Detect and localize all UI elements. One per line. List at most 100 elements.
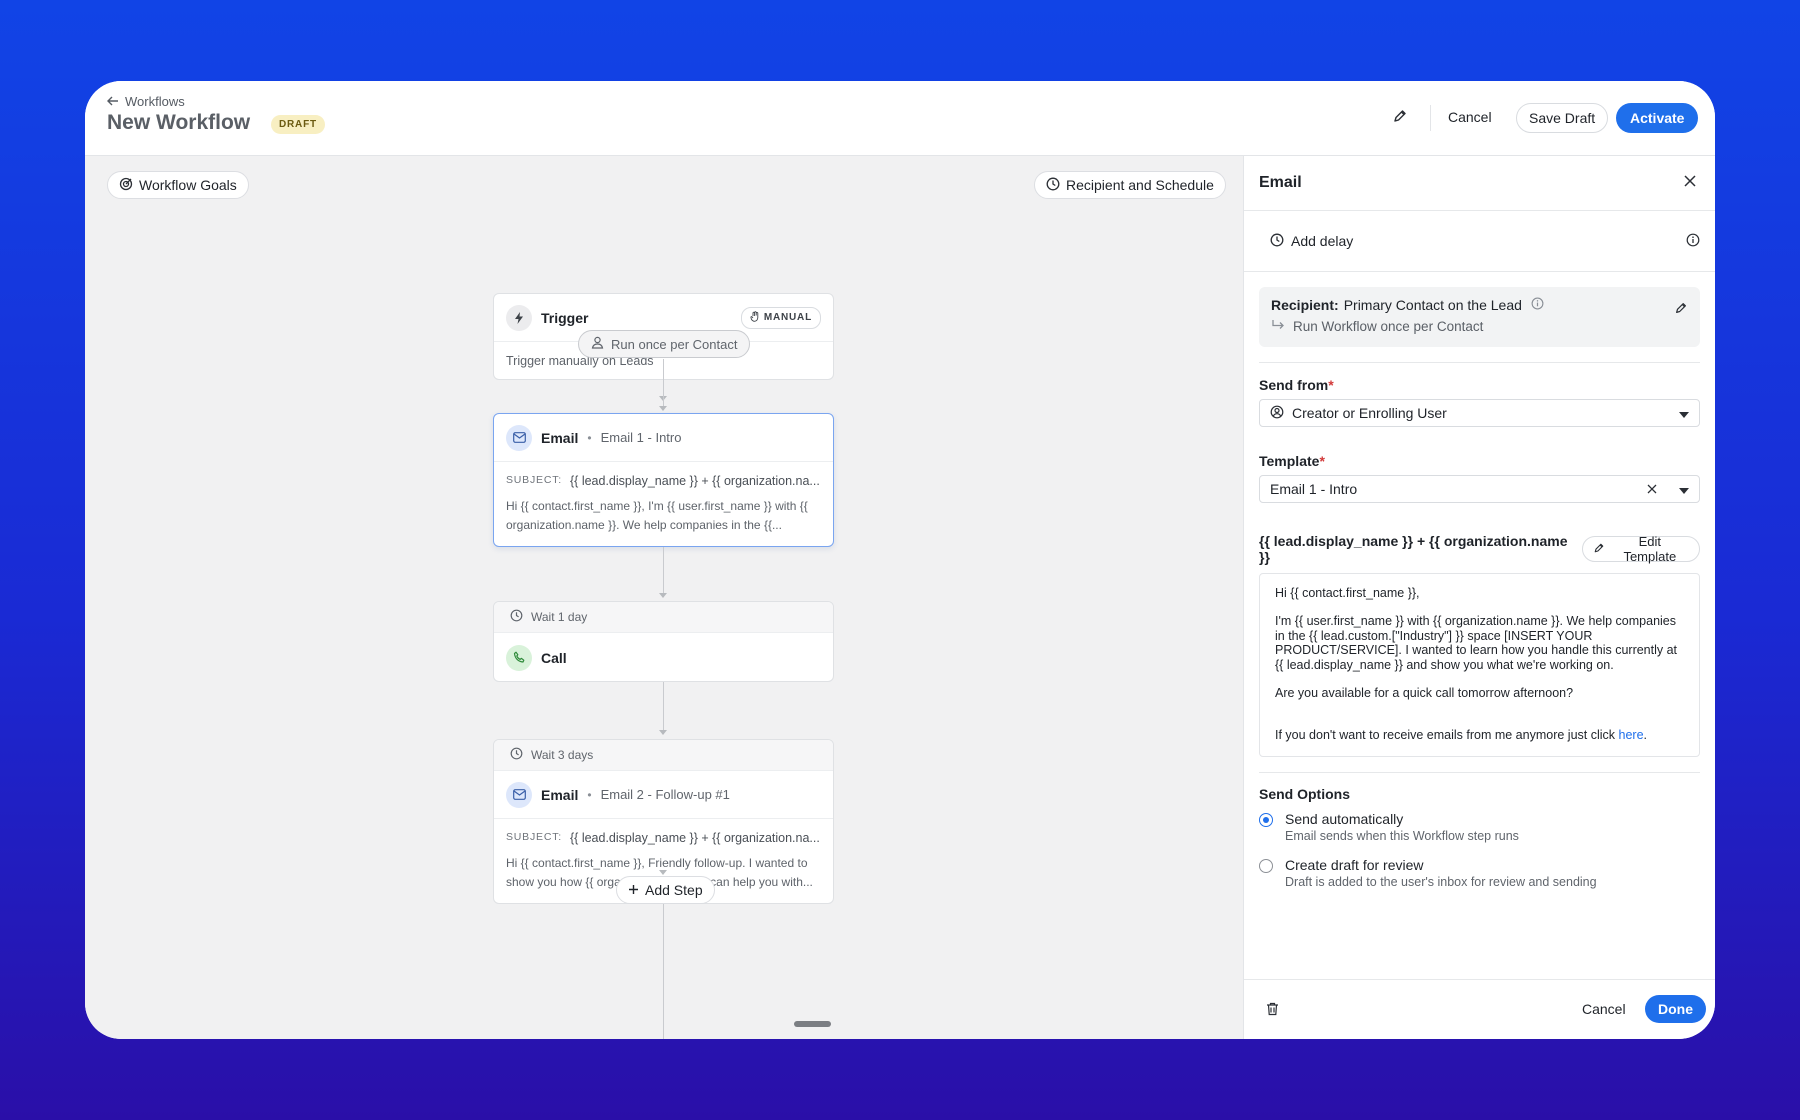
subject-row: SUBJECT: {{ lead.display_name }} + {{ or…: [506, 472, 821, 491]
clock-icon: [1270, 233, 1284, 250]
send-from-label: Send from*: [1259, 377, 1700, 393]
unsubscribe-text: If you don't want to receive emails from…: [1275, 728, 1619, 743]
panel-footer: Cancel Done: [1244, 979, 1715, 1039]
add-step-button[interactable]: Add Step: [616, 876, 715, 904]
recipient-label: Recipient:: [1271, 297, 1339, 313]
done-button[interactable]: Done: [1645, 995, 1706, 1023]
email-step-type: Email: [541, 786, 579, 803]
pencil-icon: [1392, 108, 1408, 129]
email-body-preview: Hi {{ contact.first_name }}, I'm {{ user…: [1259, 573, 1700, 757]
call-step-type: Call: [541, 649, 567, 666]
section-divider: [1259, 772, 1700, 773]
recipient-schedule-button[interactable]: Recipient and Schedule: [1034, 171, 1226, 199]
clear-icon[interactable]: [1647, 481, 1657, 497]
body-greeting: Hi {{ contact.first_name }},: [1275, 586, 1420, 600]
unsubscribe-link[interactable]: here: [1619, 728, 1644, 742]
email-step-type: Email: [541, 429, 579, 446]
email-step-panel: Email Add delay Recipient: Primary Conta…: [1243, 156, 1715, 1039]
workflow-goals-label: Workflow Goals: [139, 177, 237, 193]
add-delay-label: Add delay: [1291, 233, 1354, 249]
caret-down-icon: [1679, 405, 1689, 421]
subject-text: {{ lead.display_name }} + {{ organizatio…: [570, 831, 820, 845]
workflow-canvas[interactable]: Workflow Goals Recipient and Schedule Tr…: [85, 156, 1243, 1039]
return-arrow-icon: [1271, 319, 1285, 334]
add-delay-row[interactable]: Add delay: [1244, 211, 1715, 272]
close-icon: [1684, 174, 1696, 192]
send-option-description: Draft is added to the user's inbox for r…: [1285, 875, 1597, 889]
separator-dot: •: [587, 787, 592, 802]
email-step-header: Email • Email 2 - Follow-up #1: [494, 771, 833, 819]
clock-icon: [510, 747, 523, 763]
envelope-icon: [506, 424, 532, 451]
email-step-node[interactable]: Email • Email 1 - Intro SUBJECT: {{ lead…: [493, 413, 834, 547]
trash-icon: [1266, 1002, 1279, 1020]
top-bar: Workflows New Workflow DRAFT Cancel Save…: [85, 81, 1715, 156]
send-from-select[interactable]: Creator or Enrolling User: [1259, 399, 1700, 427]
edit-name-button[interactable]: [1389, 107, 1411, 129]
info-icon[interactable]: [1531, 297, 1544, 313]
email-step-name: Email 2 - Follow-up #1: [600, 787, 730, 802]
send-option-title: Send automatically: [1285, 811, 1404, 827]
edit-recipient-button[interactable]: [1674, 301, 1688, 320]
separator-dot: •: [587, 430, 592, 445]
envelope-icon: [506, 781, 532, 808]
pencil-icon: [1593, 542, 1605, 557]
send-option-automatic[interactable]: Send automatically Email sends when this…: [1259, 811, 1700, 843]
connector-arrow: [659, 730, 667, 735]
send-option-description: Email sends when this Workflow step runs: [1285, 829, 1519, 843]
recipient-summary: Recipient: Primary Contact on the Lead R…: [1259, 287, 1700, 347]
canvas-scroll-handle[interactable]: [794, 1021, 831, 1027]
edit-template-label: Edit Template: [1623, 534, 1677, 564]
save-draft-button[interactable]: Save Draft: [1516, 103, 1609, 133]
panel-title: Email: [1259, 174, 1302, 191]
connector-line: [663, 682, 664, 734]
manual-badge-label: MANUAL: [763, 312, 812, 323]
radio-selected[interactable]: [1259, 813, 1273, 827]
template-label-text: Template: [1259, 453, 1320, 469]
pencil-icon: [1674, 302, 1688, 319]
send-option-text: Send automatically Email sends when this…: [1285, 811, 1519, 843]
template-value: Email 1 - Intro: [1270, 481, 1358, 497]
run-once-text: Run Workflow once per Contact: [1293, 319, 1484, 334]
section-divider: [1259, 362, 1700, 363]
cancel-button[interactable]: Cancel: [1448, 109, 1492, 125]
body-question: Are you available for a quick call tomor…: [1275, 685, 1574, 700]
back-link-label: Workflows: [125, 94, 185, 109]
workflow-goals-button[interactable]: Workflow Goals: [107, 171, 249, 199]
email-step-name: Email 1 - Intro: [600, 430, 682, 445]
edit-template-button[interactable]: Edit Template: [1581, 534, 1700, 564]
back-link[interactable]: Workflows: [107, 94, 185, 109]
subject-text: {{ lead.display_name }} + {{ organizatio…: [570, 474, 820, 488]
manual-badge: MANUAL: [740, 306, 821, 329]
required-marker: *: [1328, 377, 1334, 393]
send-from-label-text: Send from: [1259, 377, 1329, 393]
subject-label: SUBJECT:: [506, 474, 562, 486]
send-option-title: Create draft for review: [1285, 857, 1424, 873]
call-step-header: Call: [494, 633, 833, 681]
arrow-left-icon: [107, 94, 119, 109]
recipient-value: Primary Contact on the Lead: [1343, 297, 1522, 313]
clock-icon: [1046, 177, 1060, 194]
wait-row: Wait 3 days: [494, 740, 833, 771]
info-icon[interactable]: [1686, 233, 1700, 250]
radio-unselected[interactable]: [1259, 859, 1273, 873]
hand-icon: [750, 310, 760, 325]
wait-label: Wait 1 day: [531, 610, 588, 624]
delete-step-button[interactable]: [1266, 1002, 1279, 1021]
panel-cancel-button[interactable]: Cancel: [1582, 1001, 1626, 1017]
user-circle-icon: [1270, 405, 1284, 422]
connector-line: [663, 904, 664, 1039]
clock-icon: [510, 609, 523, 625]
close-panel-button[interactable]: [1680, 173, 1700, 193]
subject-label: SUBJECT:: [506, 831, 562, 843]
activate-button[interactable]: Activate: [1616, 103, 1699, 133]
app-window: Workflows New Workflow DRAFT Cancel Save…: [85, 81, 1715, 1039]
call-step-node[interactable]: Wait 1 day Call: [493, 601, 834, 682]
page-title: New Workflow: [107, 111, 251, 134]
template-select[interactable]: Email 1 - Intro: [1259, 475, 1700, 503]
send-option-draft[interactable]: Create draft for review Draft is added t…: [1259, 857, 1700, 889]
connector-line: [663, 547, 664, 597]
add-step-label: Add Step: [645, 882, 703, 898]
send-option-text: Create draft for review Draft is added t…: [1285, 857, 1597, 889]
run-once-pill[interactable]: Run once per Contact: [578, 330, 751, 358]
